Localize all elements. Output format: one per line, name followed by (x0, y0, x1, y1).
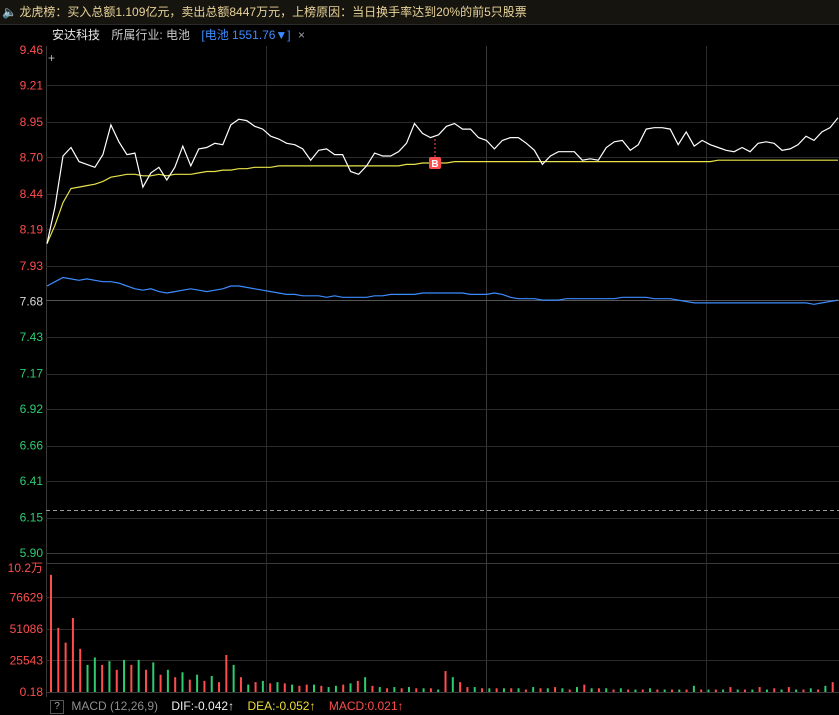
trade-marker[interactable]: B (429, 139, 441, 170)
price-tick-label: 8.44 (20, 187, 44, 201)
price-tick-label: 8.19 (20, 222, 44, 236)
buy-marker-label: B (431, 159, 438, 170)
volume-tick-label: 25543 (10, 653, 44, 667)
help-icon[interactable]: ? (50, 699, 64, 714)
price-tick-label: 8.70 (20, 150, 44, 164)
dif-value: DIF:-0.042↑ (171, 699, 235, 713)
price-tick-label: 7.68 (20, 295, 44, 309)
price-axis-labels: 9.46 9.21 8.95 8.70 8.44 8.19 7.93 7.68 7.43 7.17… (20, 43, 839, 560)
price-tick-label: 7.43 (20, 330, 44, 344)
volume-tick-label: 51086 (10, 622, 44, 636)
price-tick-label: 7.17 (20, 367, 44, 381)
price-tick-label: 6.15 (20, 511, 44, 525)
crosshair-icon[interactable]: + (48, 51, 55, 65)
price-tick-label: 9.46 (20, 43, 44, 57)
price-tick-label: 6.41 (20, 474, 44, 488)
volume-tick-label: 0.18 (20, 685, 44, 699)
intraday-chart: + 9.46 9.21 8.95 8.70 8.44 8.19 7.93 7.68 7.43 7.… (8, 43, 839, 699)
price-line (46, 117, 839, 244)
macd-value: MACD:0.021↑ (328, 699, 404, 713)
price-tick-label: 6.66 (20, 439, 44, 453)
volume-tick-label: 76629 (10, 590, 44, 604)
price-tick-label: 8.95 (20, 115, 44, 129)
price-tick-label: 7.93 (20, 259, 44, 273)
macd-bar: ? MACD (12,26,9) DIF:-0.042↑ DEA:-0.052↑… (46, 697, 404, 715)
price-series (46, 117, 839, 305)
price-tick-label: 5.90 (20, 546, 44, 560)
grid: + (46, 46, 839, 697)
volume-tick-label: 10.2万 (8, 561, 43, 575)
macd-label[interactable]: MACD (12,26,9) (71, 699, 158, 713)
avg-line (46, 159, 838, 244)
price-tick-label: 6.92 (20, 402, 44, 416)
price-tick-label: 9.21 (20, 78, 44, 92)
dea-value: DEA:-0.052↑ (247, 699, 316, 713)
volume-bars (50, 574, 834, 692)
